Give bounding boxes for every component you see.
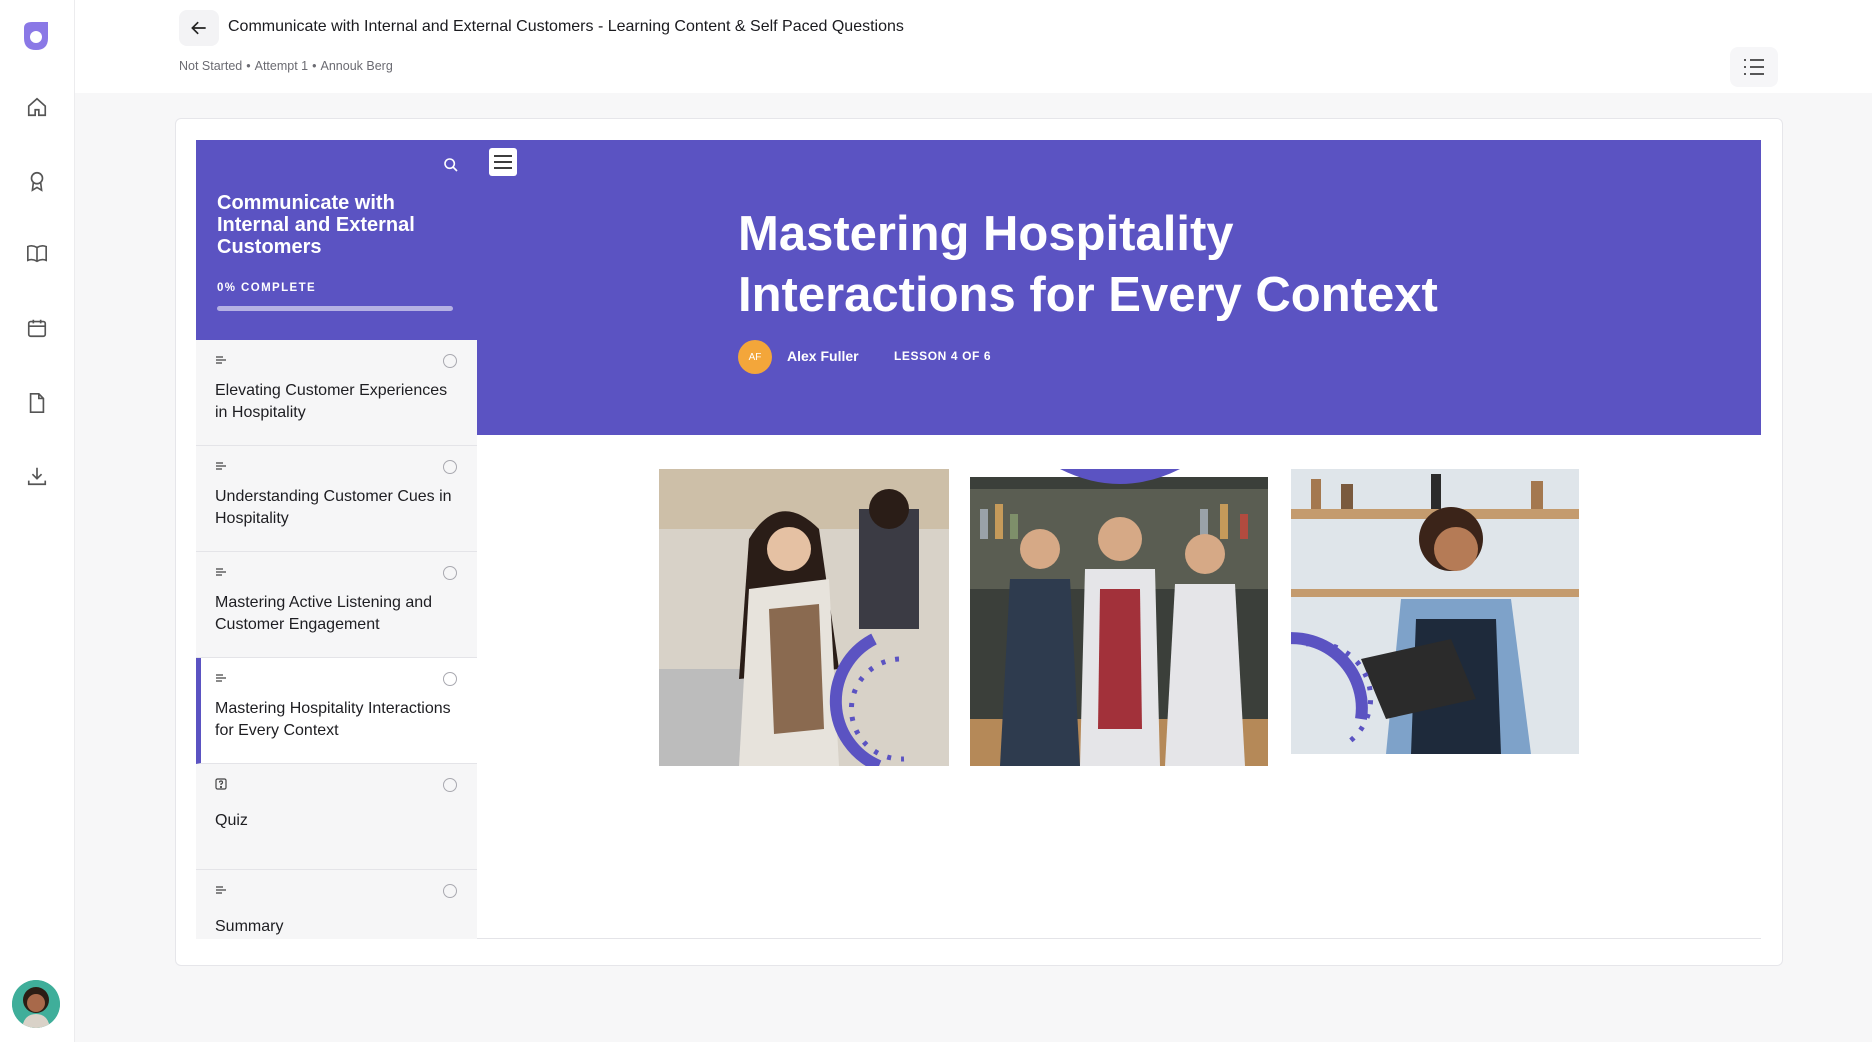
text-icon (216, 568, 226, 576)
status-circle-icon (443, 460, 457, 474)
text-icon (216, 356, 226, 364)
text-icon (216, 462, 226, 470)
sidebar-header: Communicate with Internal and External C… (196, 140, 477, 340)
hospitality-image-laptop (659, 469, 949, 766)
lesson-hero: Mastering Hospitality Interactions for E… (477, 140, 1761, 435)
author-name: Alex Fuller (787, 348, 859, 364)
sidebar-lesson-summary[interactable]: Summary (196, 870, 477, 939)
search-button[interactable] (436, 150, 466, 180)
left-rail (0, 0, 75, 1042)
lesson-label: Understanding Customer Cues in Hospitali… (215, 488, 452, 527)
top-header: Communicate with Internal and External C… (75, 0, 1872, 93)
text-icon (216, 886, 226, 894)
award-icon[interactable] (22, 166, 52, 196)
quiz-icon (215, 778, 227, 790)
sidebar-lesson-4-active[interactable]: Mastering Hospitality Interactions for E… (196, 658, 477, 764)
status-text: Not Started (179, 59, 243, 73)
lesson-label: Quiz (215, 812, 248, 829)
lesson-count: LESSON 4 OF 6 (894, 349, 992, 363)
app-logo-icon[interactable] (18, 18, 54, 54)
file-icon[interactable] (22, 388, 52, 418)
hospitality-image-bar-team (970, 469, 1268, 766)
calendar-icon[interactable] (22, 313, 52, 343)
progress-label: 0% COMPLETE (217, 282, 317, 294)
user-avatar[interactable] (12, 980, 60, 1028)
sidebar-toggle-button[interactable] (489, 148, 517, 176)
download-icon[interactable] (22, 461, 52, 491)
hamburger-icon (494, 155, 512, 169)
sidebar-lesson-2[interactable]: Understanding Customer Cues in Hospitali… (196, 446, 477, 552)
attempt-meta: Not Started • Attempt 1 • Annouk Berg (179, 59, 393, 73)
book-icon[interactable] (22, 238, 52, 268)
sidebar-lesson-1[interactable]: Elevating Customer Experiences in Hospit… (196, 340, 477, 446)
status-circle-icon (443, 672, 457, 686)
text-icon (216, 674, 226, 682)
lesson-title: Mastering Hospitality Interactions for E… (738, 207, 1438, 322)
lesson-label: Mastering Active Listening and Customer … (215, 594, 433, 633)
status-circle-icon (443, 884, 457, 898)
back-button[interactable] (179, 10, 219, 46)
status-circle-icon (443, 566, 457, 580)
status-circle-icon (443, 354, 457, 368)
user-name: Annouk Berg (320, 59, 393, 73)
content-bottom-divider (477, 938, 1761, 939)
list-icon (1744, 59, 1764, 75)
author-avatar: AF (738, 340, 772, 374)
course-sidebar: Communicate with Internal and External C… (196, 140, 477, 939)
course-title: Communicate with Internal and External C… (228, 18, 904, 35)
lesson-label: Elevating Customer Experiences in Hospit… (215, 382, 448, 421)
sidebar-lesson-quiz[interactable]: Quiz (196, 764, 477, 870)
hospitality-image-tablet (1291, 469, 1579, 766)
progress-bar (217, 306, 453, 311)
status-circle-icon (443, 778, 457, 792)
lesson-label: Summary (215, 918, 284, 935)
attempt-text: Attempt 1 (254, 59, 309, 73)
lesson-label: Mastering Hospitality Interactions for E… (215, 700, 451, 739)
sidebar-lesson-3[interactable]: Mastering Active Listening and Customer … (196, 552, 477, 658)
search-icon (444, 158, 458, 172)
arrow-left-icon (191, 21, 206, 35)
sidebar-course-title: Communicate with Internal and External C… (217, 192, 415, 258)
outline-button[interactable] (1730, 47, 1778, 87)
home-icon[interactable] (22, 92, 52, 122)
